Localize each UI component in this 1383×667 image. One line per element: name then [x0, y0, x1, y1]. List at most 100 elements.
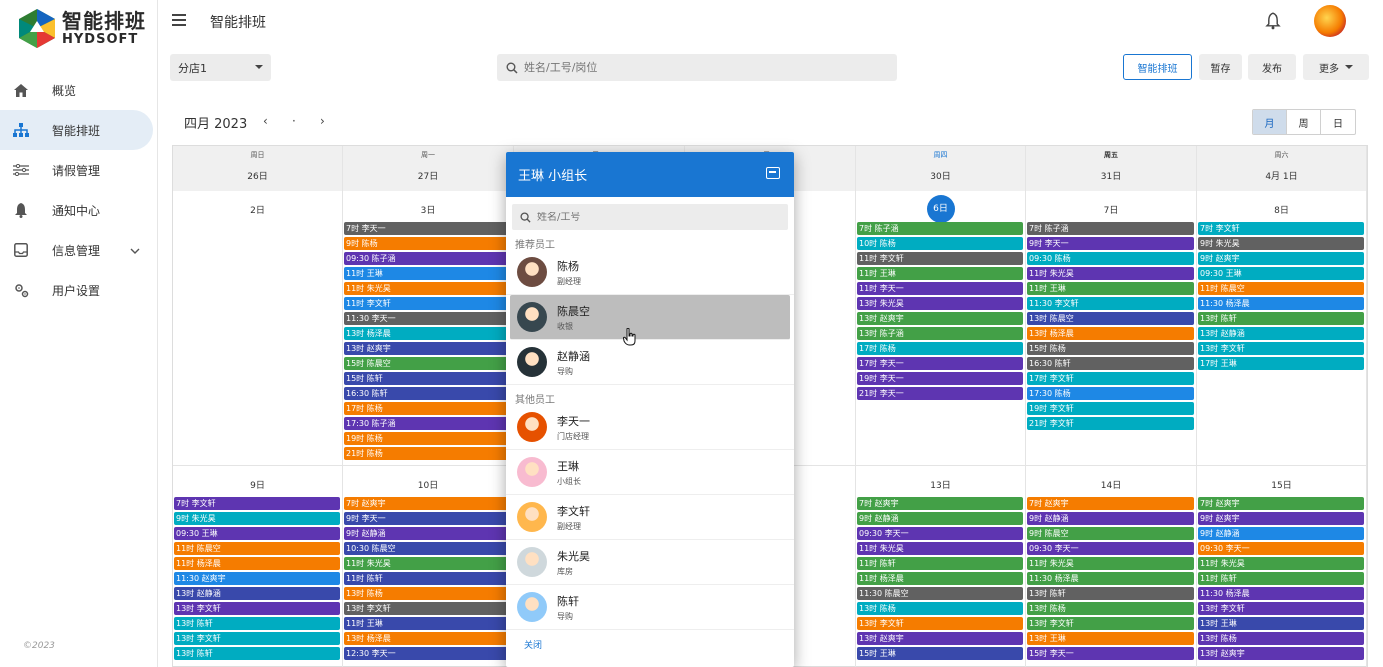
shift-block[interactable]: 09:30 李天一 [1027, 542, 1194, 555]
shift-block[interactable]: 17时 王琳 [1198, 357, 1364, 370]
shift-block[interactable]: 21时 李天一 [857, 387, 1023, 400]
day-cell[interactable]: 8日 7时 李文轩 9时 朱光昊 9时 赵爽宇 09:30 王琳 11时 陈晨空 11:30… [1197, 191, 1367, 466]
shift-block[interactable]: 13时 陈晨空 [1027, 312, 1194, 325]
shift-block[interactable]: 13时 赵静涵 [174, 587, 340, 600]
shift-block[interactable]: 13时 李文轩 [174, 632, 340, 645]
shift-block[interactable]: 13时 杨泽晨 [1027, 327, 1194, 340]
shift-block[interactable]: 15时 陈轩 [344, 372, 511, 385]
shift-block[interactable]: 7时 赵爽宇 [344, 497, 511, 510]
shift-block[interactable]: 9时 赵静涵 [857, 512, 1023, 525]
view-month-button[interactable]: 月 [1253, 110, 1287, 134]
shift-block[interactable]: 11时 朱光昊 [344, 557, 511, 570]
shift-block[interactable]: 11:30 李文轩 [1027, 297, 1194, 310]
shift-block[interactable]: 9时 赵爽宇 [1198, 252, 1364, 265]
smart-schedule-button[interactable]: 智能排班 [1123, 54, 1192, 80]
shift-block[interactable]: 13时 李文轩 [344, 602, 511, 615]
shift-block[interactable]: 15时 陈晨空 [344, 357, 511, 370]
shift-block[interactable]: 13时 李文轩 [174, 602, 340, 615]
shift-block[interactable]: 09:30 王琳 [1198, 267, 1364, 280]
shift-block[interactable]: 9时 陈杨 [344, 237, 511, 250]
shift-block[interactable]: 10时 陈杨 [857, 237, 1023, 250]
shift-block[interactable]: 21时 陈杨 [344, 447, 511, 460]
shift-block[interactable]: 13时 李文轩 [1198, 602, 1364, 615]
shift-block[interactable]: 13时 赵爽宇 [1198, 647, 1364, 660]
shift-block[interactable]: 17时 陈杨 [344, 402, 511, 415]
shift-block[interactable]: 09:30 李天一 [1198, 542, 1364, 555]
sidebar-item-smart-schedule[interactable]: 智能排班 [0, 110, 153, 150]
day-cell[interactable]: 14日 7时 赵爽宇 9时 赵静涵 9时 陈晨空 09:30 李天一 11时 朱光昊 11:… [1026, 466, 1197, 667]
shift-block[interactable]: 11时 王琳 [344, 267, 511, 280]
minimize-icon[interactable] [766, 167, 780, 179]
sidebar-item-notifications[interactable]: 通知中心 [0, 190, 158, 230]
shift-block[interactable]: 12:30 李天一 [344, 647, 511, 660]
sidebar-item-info[interactable]: 信息管理 [0, 230, 158, 270]
shift-block[interactable]: 13时 赵静涵 [1198, 327, 1364, 340]
shift-block[interactable]: 10:30 陈晨空 [344, 542, 511, 555]
shift-block[interactable]: 11时 李天一 [857, 282, 1023, 295]
day-cell[interactable]: 13日 7时 赵爽宇 9时 赵静涵 09:30 李天一 11时 朱光昊 11时 陈轩 11时… [856, 466, 1026, 667]
shift-block[interactable]: 7时 陈子涵 [1027, 222, 1194, 235]
view-day-button[interactable]: 日 [1321, 110, 1355, 134]
shift-block[interactable]: 11:30 杨泽晨 [1198, 297, 1364, 310]
shift-block[interactable]: 11时 陈晨空 [174, 542, 340, 555]
shift-block[interactable]: 17:30 陈子涵 [344, 417, 511, 430]
shift-block[interactable]: 09:30 李天一 [857, 527, 1023, 540]
day-cell[interactable]: 7日 7时 陈子涵 9时 李天一 09:30 陈杨 11时 朱光昊 11时 王琳 11:30… [1026, 191, 1197, 466]
shift-block[interactable]: 19时 李文轩 [1027, 402, 1194, 415]
shift-block[interactable]: 13时 陈轩 [1198, 312, 1364, 325]
shift-block[interactable]: 11时 王琳 [344, 617, 511, 630]
sidebar-item-overview[interactable]: 概览 [0, 70, 158, 110]
shift-block[interactable]: 9时 赵静涵 [344, 527, 511, 540]
shift-block[interactable]: 9时 李天一 [1027, 237, 1194, 250]
day-cell[interactable]: 3日 7时 李天一 9时 陈杨 09:30 陈子涵 11时 王琳 11时 朱光昊 11时 李… [343, 191, 514, 466]
close-popup-link[interactable]: 关闭 [506, 638, 794, 651]
shift-block[interactable]: 13时 朱光昊 [857, 297, 1023, 310]
shift-block[interactable]: 13时 赵爽宇 [857, 312, 1023, 325]
shift-block[interactable]: 11时 朱光昊 [344, 282, 511, 295]
shift-block[interactable]: 13时 陈子涵 [857, 327, 1023, 340]
shift-block[interactable]: 19时 陈杨 [344, 432, 511, 445]
shift-block[interactable]: 13时 陈轩 [1027, 587, 1194, 600]
shift-block[interactable]: 7时 陈子涵 [857, 222, 1023, 235]
shift-block[interactable]: 9时 陈晨空 [1027, 527, 1194, 540]
more-button[interactable]: 更多 [1303, 54, 1369, 80]
shift-block[interactable]: 13时 杨泽晨 [344, 327, 511, 340]
search-input[interactable] [524, 61, 884, 74]
employee-item[interactable]: 陈轩 导购 [506, 585, 794, 630]
shift-block[interactable]: 13时 杨泽晨 [344, 632, 511, 645]
shift-block[interactable]: 7时 赵爽宇 [1027, 497, 1194, 510]
shift-block[interactable]: 7时 赵爽宇 [857, 497, 1023, 510]
employee-item[interactable]: 陈杨 副经理 [506, 250, 794, 295]
shift-block[interactable]: 13时 陈杨 [857, 602, 1023, 615]
shift-block[interactable]: 11时 杨泽晨 [174, 557, 340, 570]
shift-block[interactable]: 13时 王琳 [1027, 632, 1194, 645]
save-draft-button[interactable]: 暂存 [1199, 54, 1242, 80]
shift-block[interactable]: 11时 朱光昊 [1198, 557, 1364, 570]
shift-block[interactable]: 11:30 杨泽晨 [1027, 572, 1194, 585]
shift-block[interactable]: 17:30 陈杨 [1027, 387, 1194, 400]
shift-block[interactable]: 11时 朱光昊 [1027, 267, 1194, 280]
shift-block[interactable]: 11时 李文轩 [344, 297, 511, 310]
employee-item[interactable]: 李天一 门店经理 [506, 405, 794, 450]
shift-block[interactable]: 21时 李文轩 [1027, 417, 1194, 430]
shift-block[interactable]: 7时 李天一 [344, 222, 511, 235]
shift-block[interactable]: 17时 李文轩 [1027, 372, 1194, 385]
shift-block[interactable]: 7时 赵爽宇 [1198, 497, 1364, 510]
shift-block[interactable]: 16:30 陈轩 [344, 387, 511, 400]
shift-block[interactable]: 11时 朱光昊 [857, 542, 1023, 555]
view-week-button[interactable]: 周 [1287, 110, 1321, 134]
shift-block[interactable]: 9时 朱光昊 [174, 512, 340, 525]
shift-block[interactable]: 13时 陈杨 [1027, 602, 1194, 615]
shift-block[interactable]: 11时 王琳 [1027, 282, 1194, 295]
employee-search[interactable] [497, 54, 897, 81]
shift-block[interactable]: 9时 赵静涵 [1198, 527, 1364, 540]
shift-block[interactable]: 11时 陈轩 [344, 572, 511, 585]
shift-block[interactable]: 16:30 陈轩 [1027, 357, 1194, 370]
shift-block[interactable]: 11时 朱光昊 [1027, 557, 1194, 570]
day-cell[interactable]: 9日 7时 李文轩 9时 朱光昊 09:30 王琳 11时 陈晨空 11时 杨泽晨 11:3… [173, 466, 343, 667]
hamburger-menu-icon[interactable] [172, 14, 186, 26]
day-cell[interactable]: 10日 7时 赵爽宇 9时 李天一 9时 赵静涵 10:30 陈晨空 11时 朱光昊 11时… [343, 466, 514, 667]
employee-item[interactable]: 赵静涵 导购 [506, 340, 794, 385]
shift-block[interactable]: 9时 朱光昊 [1198, 237, 1364, 250]
shift-block[interactable]: 17时 陈杨 [857, 342, 1023, 355]
